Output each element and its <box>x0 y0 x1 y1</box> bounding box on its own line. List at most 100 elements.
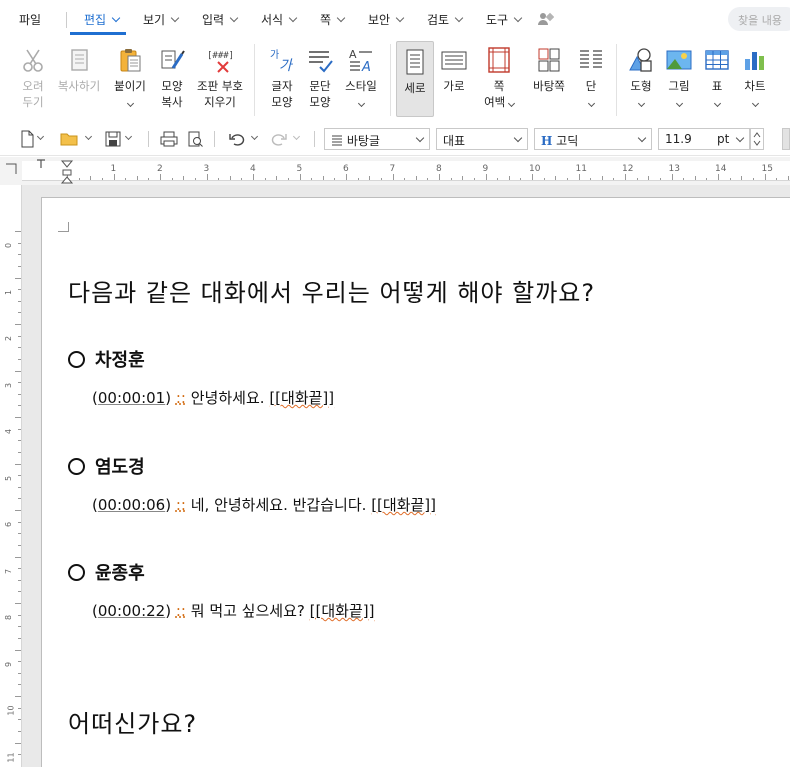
ruler-tick <box>18 335 21 337</box>
ruler-tick <box>18 730 21 732</box>
ruler-toggle-icon[interactable] <box>4 162 18 176</box>
toolbar-overflow[interactable] <box>782 128 790 150</box>
ruler-tick <box>18 707 21 709</box>
char-shape-icon: 가가 <box>268 46 296 74</box>
portrait-button[interactable]: 세로 <box>396 41 434 117</box>
chevron-down-icon <box>738 94 772 110</box>
paragraph-style-icon <box>332 135 342 146</box>
menu-insert[interactable]: 입력 <box>202 11 239 28</box>
ruler-tick <box>18 591 21 593</box>
ruler-tick <box>15 324 21 325</box>
portrait-label: 세로 <box>404 81 426 95</box>
print-icon[interactable] <box>160 130 178 148</box>
ruler-tick <box>334 178 336 180</box>
chevron-down-icon[interactable] <box>36 132 45 141</box>
table-button[interactable]: 표 <box>700 40 734 110</box>
speaker-name-text: 차정훈 <box>95 350 145 371</box>
menu-view-label: 보기 <box>143 13 166 27</box>
clear-marks-label-1: 조판 부호 <box>197 79 243 93</box>
table-icon <box>703 46 731 74</box>
user-share-icon[interactable] <box>537 11 555 30</box>
print-preview-icon[interactable] <box>186 130 204 148</box>
ruler-tick <box>18 661 21 663</box>
background-page-button[interactable]: 바탕쪽 <box>528 40 570 94</box>
ruler-tick <box>125 178 127 180</box>
separator: :: <box>175 602 186 620</box>
ruler-tick <box>15 370 21 372</box>
font-group-select[interactable]: 대표 <box>436 128 528 150</box>
portrait-page-icon <box>401 48 429 76</box>
para-shape-button[interactable]: 문단 모양 <box>302 40 338 110</box>
paste-button[interactable]: 붙이기 <box>108 40 152 110</box>
ruler-number: 5 <box>4 475 14 481</box>
ruler-tick <box>485 174 487 180</box>
landscape-button[interactable]: 가로 <box>436 40 472 94</box>
font-size-value: 11.9 <box>665 132 692 146</box>
menu-view[interactable]: 보기 <box>143 11 180 28</box>
menu-security[interactable]: 보안 <box>368 11 405 28</box>
ruler-tick <box>18 754 21 756</box>
ruler-tick <box>415 176 417 180</box>
ruler-tick <box>15 417 21 418</box>
ruler-tick <box>18 637 21 639</box>
menu-page[interactable]: 쪽 <box>320 11 346 28</box>
redo-icon[interactable] <box>270 130 288 148</box>
font-size-input[interactable]: 11.9 pt <box>658 128 750 150</box>
ruler-tick <box>18 684 21 686</box>
ruler-tick <box>218 178 220 180</box>
dialogue-line: (00:00:01) :: 안녕하세요. [[대화끝]] <box>92 389 335 407</box>
ruler-number: 2 <box>157 164 163 174</box>
save-icon[interactable] <box>104 130 122 148</box>
end-tag: [[대화끝]] <box>371 496 436 514</box>
columns-button[interactable]: 단 <box>574 40 608 110</box>
shape-button[interactable]: 도형 <box>624 40 658 110</box>
chevron-down-icon <box>574 94 608 110</box>
char-shape-button[interactable]: 가가 글자 모양 <box>264 40 300 110</box>
clear-marks-button[interactable]: [###] 조판 부호 지우기 <box>194 40 246 110</box>
new-document-icon[interactable] <box>18 130 36 148</box>
menu-review[interactable]: 검토 <box>427 11 464 28</box>
page-margin-button[interactable]: 쪽 여백 <box>480 40 518 110</box>
menu-tools[interactable]: 도구 <box>486 11 523 28</box>
vertical-ruler[interactable]: 0 1 2 3 4 5 6 7 8 9 10 11 <box>0 185 22 767</box>
chart-button[interactable]: 차트 <box>738 40 772 110</box>
search-input[interactable]: 찾을 내용 <box>728 7 790 31</box>
style-button[interactable]: AA 스타일 <box>340 40 382 110</box>
chevron-down-icon[interactable] <box>292 132 301 141</box>
margin-corner-mark <box>68 222 69 232</box>
undo-icon[interactable] <box>228 130 246 148</box>
font-type-icon: H <box>541 134 553 148</box>
dialogue-text: 안녕하세요. <box>190 389 265 407</box>
copy-button[interactable]: 복사하기 <box>54 40 104 94</box>
ruler-tick <box>520 178 522 180</box>
chevron-down-icon[interactable] <box>84 132 93 141</box>
picture-button[interactable]: 그림 <box>662 40 696 110</box>
format-copy-button[interactable]: 모양 복사 <box>154 40 190 110</box>
ruler-tick <box>299 174 301 180</box>
left-margin-marker-icon[interactable] <box>36 159 46 169</box>
menu-file[interactable]: 파일 <box>19 11 41 28</box>
menu-edit[interactable]: 편집 <box>84 11 121 28</box>
dialogue-line: (00:00:06) :: 네, 안녕하세요. 반갑습니다. [[대화끝]] <box>92 496 436 514</box>
separator: :: <box>175 389 186 407</box>
scissors-icon <box>19 46 47 74</box>
ruler-number: 7 <box>4 568 14 574</box>
ruler-tick <box>15 649 21 651</box>
open-folder-icon[interactable] <box>60 130 78 148</box>
ruler-area: 1 2 3 4 5 6 7 8 9 10 11 12 13 14 15 <box>0 157 790 185</box>
para-shape-label-2: 모양 <box>309 95 331 109</box>
ruler-number: 0 <box>4 242 14 249</box>
chevron-down-icon[interactable] <box>124 132 133 141</box>
style-select[interactable]: 바탕글 <box>324 128 430 150</box>
document-page[interactable]: 다음과 같은 대화에서 우리는 어떻게 해야 할까요? 차정훈 (00:00:0… <box>41 197 790 767</box>
paste-label-text: 붙이기 <box>114 79 146 93</box>
style-label: 스타일 <box>345 79 377 93</box>
cut-button[interactable]: 오려 두기 <box>14 40 52 110</box>
font-name-select[interactable]: H 고딕 <box>534 128 652 150</box>
horizontal-ruler[interactable]: 1 2 3 4 5 6 7 8 9 10 11 12 13 14 15 <box>22 161 790 181</box>
chevron-down-icon[interactable] <box>250 132 259 141</box>
menu-format[interactable]: 서식 <box>261 11 298 28</box>
indent-marker-icon[interactable] <box>60 159 74 185</box>
ruler-tick <box>392 174 394 180</box>
font-size-stepper[interactable] <box>750 128 764 150</box>
